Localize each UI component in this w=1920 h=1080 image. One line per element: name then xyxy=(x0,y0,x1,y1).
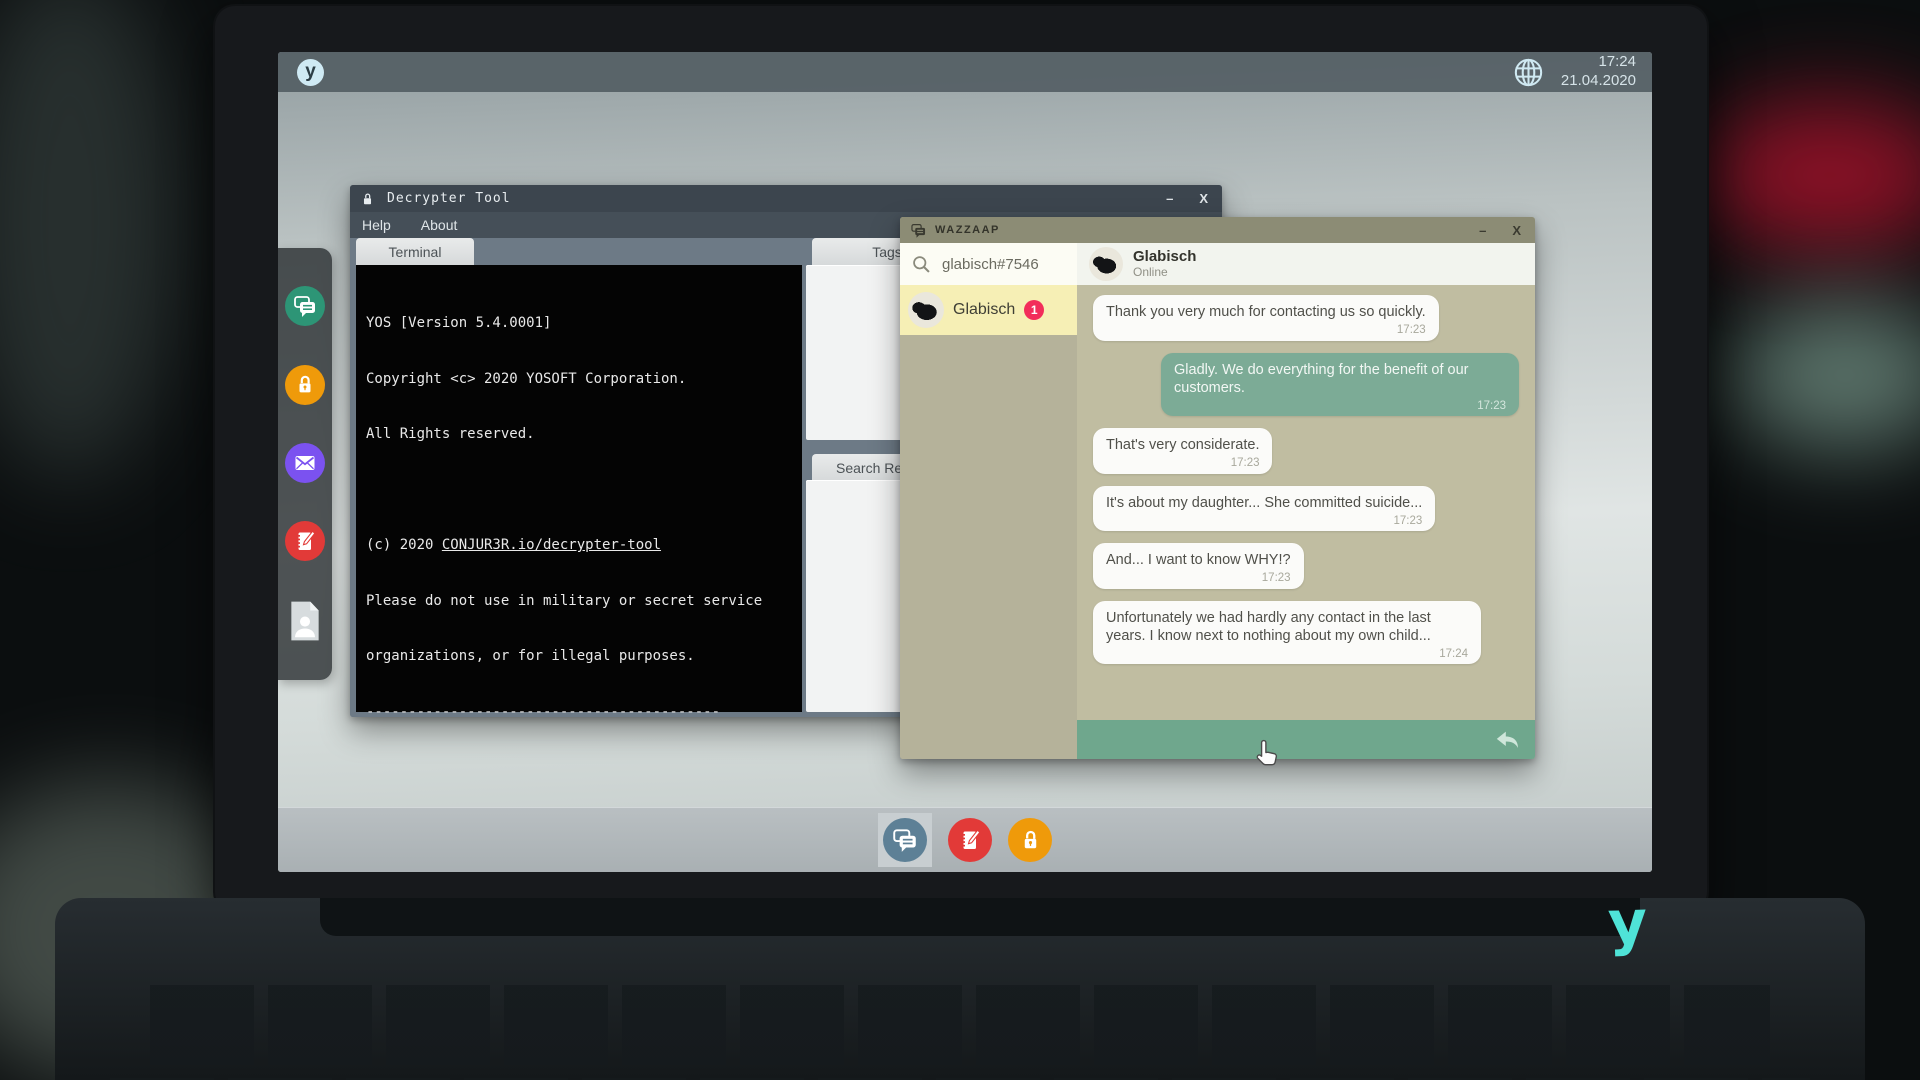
taskbar-wazzaap-button[interactable] xyxy=(883,818,927,862)
message-bubble: It's about my daughter... She committed … xyxy=(1093,486,1435,532)
unlocked-padlock-icon xyxy=(293,373,317,397)
laptop-brand-logo: y xyxy=(1607,887,1649,958)
message-time: 17:23 xyxy=(1106,456,1259,470)
message-bubble: That's very considerate. 17:23 xyxy=(1093,428,1272,474)
message-time: 17:23 xyxy=(1106,514,1422,528)
message-text: That's very considerate. xyxy=(1106,436,1259,454)
contact-name: Glabisch xyxy=(953,301,1015,319)
minimize-button[interactable]: – xyxy=(1166,191,1173,206)
terminal-line: organizations, or for illegal purposes. xyxy=(366,647,792,666)
menu-help[interactable]: Help xyxy=(362,217,391,233)
terminal-output[interactable]: YOS [Version 5.4.0001] Copyright <c> 202… xyxy=(356,265,802,712)
minimize-button[interactable]: – xyxy=(1479,223,1486,238)
wazzaap-titlebar[interactable]: WAZZAAP – X xyxy=(900,217,1535,243)
terminal-line: Please do not use in military or secret … xyxy=(366,592,792,611)
network-globe-icon[interactable] xyxy=(1512,56,1545,89)
laptop-hinge xyxy=(320,898,1640,936)
app-dock xyxy=(278,248,332,680)
contact-search-row xyxy=(900,243,1077,285)
close-button[interactable]: X xyxy=(1512,223,1521,238)
search-icon xyxy=(911,254,932,275)
contact-avatar xyxy=(908,292,944,328)
terminal-blank-line xyxy=(366,481,792,500)
message-input-bar[interactable] xyxy=(1077,720,1535,759)
terminal-line: YOS [Version 5.4.0001] xyxy=(366,314,792,333)
contact-list-item-glabisch[interactable]: Glabisch 1 xyxy=(900,285,1077,335)
taskbar-item-wazzaap-active[interactable] xyxy=(878,813,932,867)
contact-list-empty-area xyxy=(900,335,1077,759)
wazzaap-body: Glabisch 1 Glabisch Online xyxy=(900,243,1535,759)
decrypter-titlebar[interactable]: Decrypter Tool – X xyxy=(350,185,1222,212)
system-clock: 17:24 21.04.2020 xyxy=(1561,53,1636,91)
wazzaap-window: WAZZAAP – X xyxy=(900,217,1535,759)
chat-bubbles-icon xyxy=(910,222,927,239)
os-topbar: y 17:24 21.04.2020 xyxy=(278,52,1652,92)
chat-bubbles-icon xyxy=(292,293,318,319)
unlocked-padlock-icon xyxy=(361,191,374,207)
unlocked-padlock-icon xyxy=(1018,828,1043,853)
message-text: Gladly. We do everything for the benefit… xyxy=(1174,361,1506,397)
window-title: Decrypter Tool xyxy=(387,191,511,206)
terminal-line: ----------------------------------------… xyxy=(366,703,792,718)
message-time: 17:23 xyxy=(1106,571,1291,585)
menu-about[interactable]: About xyxy=(421,217,458,233)
message-time: 17:23 xyxy=(1174,399,1506,413)
laptop-screen: y 17:24 21.04.2020 xyxy=(278,52,1652,872)
envelope-icon xyxy=(292,450,318,476)
message-bubble: Unfortunately we had hardly any contact … xyxy=(1093,601,1481,665)
copyright-prefix: (c) 2020 xyxy=(366,537,442,553)
tab-terminal[interactable]: Terminal xyxy=(356,238,474,265)
message-bubble: And... I want to know WHY!? 17:23 xyxy=(1093,543,1304,589)
clock-date: 21.04.2020 xyxy=(1561,72,1636,91)
message-text: And... I want to know WHY!? xyxy=(1106,551,1291,569)
background-teal-glow xyxy=(1730,300,1920,450)
notepad-pen-icon xyxy=(957,827,983,853)
dock-item-decrypter[interactable] xyxy=(285,365,325,405)
notepad-pen-icon xyxy=(292,528,318,554)
chat-header-status: Online xyxy=(1133,265,1196,279)
dock-item-wazzaap[interactable] xyxy=(285,286,325,326)
background-glow xyxy=(0,0,180,480)
chat-bubbles-icon xyxy=(891,826,919,854)
message-text: It's about my daughter... She committed … xyxy=(1106,494,1422,512)
dock-item-contact-file[interactable] xyxy=(288,600,322,642)
message-time: 17:24 xyxy=(1106,647,1468,661)
chat-header-name: Glabisch xyxy=(1133,249,1196,266)
os-taskbar xyxy=(278,807,1652,872)
terminal-line: All Rights reserved. xyxy=(366,425,792,444)
mouse-cursor-hand xyxy=(1253,738,1283,771)
contact-sidebar: Glabisch 1 xyxy=(900,243,1077,759)
message-text: Thank you very much for contacting us so… xyxy=(1106,303,1426,321)
chat-header-avatar xyxy=(1089,247,1123,281)
taskbar-notes-button[interactable] xyxy=(948,818,992,862)
reply-arrow-icon[interactable] xyxy=(1494,728,1521,752)
decrypter-tool-link[interactable]: CONJUR3R.io/decrypter-tool xyxy=(442,537,661,553)
message-text: Unfortunately we had hardly any contact … xyxy=(1106,609,1468,645)
terminal-line: Copyright <c> 2020 YOSOFT Corporation. xyxy=(366,370,792,389)
message-time: 17:23 xyxy=(1106,323,1426,337)
window-title: WAZZAAP xyxy=(935,224,1000,236)
unread-badge: 1 xyxy=(1024,300,1044,320)
keyboard-row xyxy=(150,985,1770,1065)
chat-header: Glabisch Online xyxy=(1077,243,1535,285)
dock-item-notes[interactable] xyxy=(285,521,325,561)
message-bubble: Thank you very much for contacting us so… xyxy=(1093,295,1439,341)
terminal-line: (c) 2020 CONJUR3R.io/decrypter-tool xyxy=(366,536,792,555)
contact-document-icon xyxy=(288,600,322,642)
search-input[interactable] xyxy=(940,255,1069,274)
message-bubble-sent: Gladly. We do everything for the benefit… xyxy=(1161,353,1519,417)
os-menu-logo-icon[interactable]: y xyxy=(297,59,324,86)
close-button[interactable]: X xyxy=(1199,191,1208,206)
scene: y y 17:24 21.04.2020 xyxy=(0,0,1920,1080)
clock-time: 17:24 xyxy=(1561,53,1636,72)
chat-pane: Glabisch Online Thank you very much for … xyxy=(1077,243,1535,759)
dock-item-mail[interactable] xyxy=(285,443,325,483)
message-list: Thank you very much for contacting us so… xyxy=(1077,285,1535,720)
taskbar-decrypter-button[interactable] xyxy=(1008,818,1052,862)
background-red-glow xyxy=(1700,100,1920,250)
